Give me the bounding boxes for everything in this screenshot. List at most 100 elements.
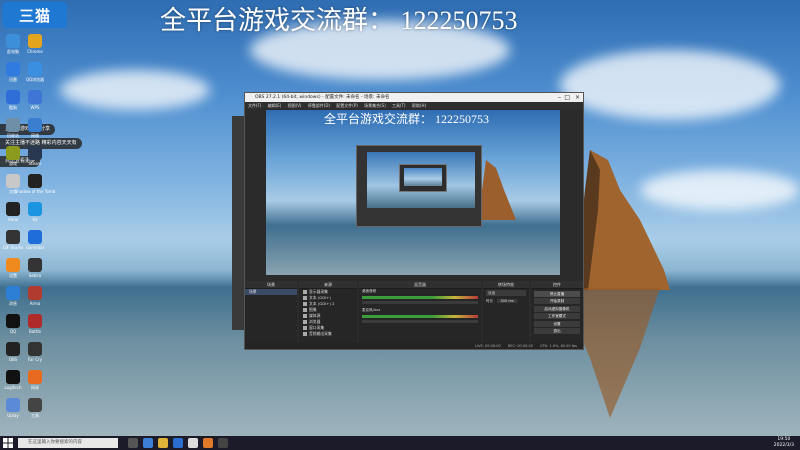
desktop-icon[interactable]: WPS bbox=[26, 90, 44, 110]
mixer-header: 混音器 bbox=[359, 281, 481, 289]
cloud bbox=[60, 70, 210, 110]
app-icon bbox=[28, 342, 42, 356]
desktop-icon[interactable]: 酷狗 bbox=[4, 90, 22, 110]
volume-meter bbox=[362, 296, 478, 299]
obs-statusbar: LIVE: 00:00:00 REC: 00:00:00 CPU: 1.9%, … bbox=[245, 343, 583, 349]
obs-preview[interactable]: 全平台游戏交流群： 122250753 bbox=[266, 110, 560, 275]
studio-mode-button[interactable]: 工作室模式 bbox=[534, 313, 580, 319]
menu-scene-collection[interactable]: 场景集合(S) bbox=[364, 103, 386, 108]
taskbar: 在这里输入你要搜索的内容 19:50 2022/3/3 bbox=[0, 436, 800, 450]
app-icon[interactable] bbox=[203, 438, 213, 448]
source-type-icon bbox=[303, 296, 307, 300]
desktop-icon-label: Arma bbox=[29, 301, 41, 306]
desktop-icon[interactable]: Gamebar bbox=[26, 230, 44, 250]
duration-input[interactable]: 300 ms bbox=[497, 299, 517, 303]
close-icon[interactable]: × bbox=[575, 93, 580, 102]
desktop-icon[interactable]: 设置 bbox=[4, 258, 22, 278]
app-icon bbox=[6, 314, 20, 328]
transition-select[interactable]: 淡出 bbox=[486, 290, 526, 296]
start-recording-button[interactable]: 开始录制 bbox=[534, 298, 580, 304]
rec-timer: REC: 00:00:00 bbox=[507, 344, 533, 348]
minimize-icon[interactable]: – bbox=[558, 93, 561, 102]
desktop-icon[interactable]: OBS bbox=[4, 342, 22, 362]
transitions-header: 转场特效 bbox=[483, 281, 529, 289]
obs-docks: 场景 场景 来源 显示器采集 文本 (GDI+) 文本 (GDI+) 2 图像 媒体源浏… bbox=[245, 281, 583, 343]
maximize-icon[interactable]: □ bbox=[564, 93, 570, 102]
windows-start-icon[interactable] bbox=[3, 438, 13, 448]
desktop-icon[interactable]: Battle bbox=[26, 314, 44, 334]
desktop-icon[interactable]: 工具 bbox=[26, 398, 44, 418]
app-icon bbox=[6, 398, 20, 412]
source-type-icon bbox=[303, 290, 307, 294]
exit-button[interactable]: 退出 bbox=[534, 328, 580, 334]
taskbar-search-input[interactable]: 在这里输入你要搜索的内容 bbox=[18, 438, 118, 448]
menu-profile[interactable]: 配置文件(P) bbox=[336, 103, 358, 108]
desktop-icon[interactable]: Logitech bbox=[4, 370, 22, 390]
desktop-icon[interactable]: 迅雷 bbox=[4, 62, 22, 82]
obs-titlebar[interactable]: OBS 27.2.1 (64-bit, windows) - 配置文件: 未命名… bbox=[245, 93, 583, 102]
app-icon bbox=[28, 34, 42, 48]
desktop-icon-label: Gamebar bbox=[25, 245, 45, 250]
desktop-icon[interactable]: Shadow of the Tomb bbox=[15, 174, 55, 194]
nested-preview-deep bbox=[399, 164, 447, 192]
edge-icon[interactable] bbox=[143, 438, 153, 448]
desktop-icon-label: 设置 bbox=[9, 273, 17, 278]
mixer-channel-name: 桌面音频 bbox=[362, 289, 376, 293]
desktop-icon[interactable]: Hz bbox=[26, 202, 44, 222]
desktop-icon-label: 工具 bbox=[31, 413, 39, 418]
menu-docks[interactable]: 停靠部件(D) bbox=[308, 103, 330, 108]
menu-tools[interactable]: 工具(T) bbox=[392, 103, 406, 108]
desktop-icon[interactable]: 回收站 bbox=[4, 118, 22, 138]
desktop-icon[interactable]: GIF Studio bbox=[3, 230, 23, 250]
desktop-icon[interactable]: Far Cry bbox=[26, 342, 44, 362]
scene-item[interactable]: 场景 bbox=[245, 289, 297, 295]
settings-button[interactable]: 设置 bbox=[534, 320, 580, 327]
menu-edit[interactable]: 编辑(E) bbox=[268, 103, 282, 108]
cpu-fps: CPU: 1.9%, 60.00 fps bbox=[540, 344, 577, 348]
controls-header: 控件 bbox=[531, 281, 583, 289]
desktop-icon[interactable]: 消息 bbox=[4, 286, 22, 306]
obs-window[interactable]: OBS 27.2.1 (64-bit, windows) - 配置文件: 未命名… bbox=[244, 92, 584, 350]
desktop-wallpaper: 全平台游戏交流群： 122250753 三猫 主播的游戏技巧分享 关注主播不迷路… bbox=[0, 0, 800, 436]
desktop-icon[interactable]: 网易 bbox=[26, 370, 44, 390]
mixer-channel-name: 麦克风/Aux bbox=[362, 308, 381, 312]
menu-view[interactable]: 视图(V) bbox=[288, 103, 302, 108]
desktop-icon-label: 消息 bbox=[9, 301, 17, 306]
desktop-icon[interactable]: QQ浏览器 bbox=[26, 62, 44, 82]
desktop-icon-label: 回收站 bbox=[7, 133, 19, 138]
desktop-icon[interactable]: Uplay bbox=[4, 398, 22, 418]
source-item[interactable]: 音频输出采集 bbox=[299, 331, 357, 337]
desktop-icon-label: Sekiro bbox=[28, 273, 42, 278]
live-timer: LIVE: 00:00:00 bbox=[475, 344, 501, 348]
volume-slider[interactable] bbox=[362, 320, 478, 323]
desktop-icon[interactable]: Steam bbox=[26, 146, 44, 166]
cloud bbox=[560, 50, 780, 120]
menu-help[interactable]: 帮助(H) bbox=[412, 103, 426, 108]
desktop-icon[interactable]: Sekiro bbox=[26, 258, 44, 278]
app-icon bbox=[28, 146, 42, 160]
virtual-camera-button[interactable]: 启动虚拟摄像机 bbox=[534, 305, 580, 312]
desktop-icon[interactable]: 游戏 bbox=[4, 146, 22, 166]
app-icon bbox=[6, 34, 20, 48]
desktop-icon[interactable]: Chrome bbox=[26, 34, 44, 54]
app-icon bbox=[28, 286, 42, 300]
desktop-icon[interactable]: Vmix bbox=[4, 202, 22, 222]
system-clock[interactable]: 19:50 2022/3/3 bbox=[774, 437, 794, 449]
desktop-icon[interactable]: 此电脑 bbox=[4, 34, 22, 54]
desktop-icon[interactable]: Arma bbox=[26, 286, 44, 306]
preview-rock bbox=[476, 160, 516, 220]
app-icon bbox=[6, 174, 20, 188]
desktop-icon[interactable]: QQ bbox=[4, 314, 22, 334]
stop-streaming-button[interactable]: 停止直播 bbox=[534, 290, 580, 297]
desktop-icon-label: Chrome bbox=[27, 49, 43, 54]
obs-taskbar-icon[interactable] bbox=[218, 438, 228, 448]
file-explorer-icon[interactable] bbox=[158, 438, 168, 448]
task-view-icon[interactable] bbox=[128, 438, 138, 448]
app-icon[interactable] bbox=[188, 438, 198, 448]
menu-file[interactable]: 文件(F) bbox=[248, 103, 261, 108]
desktop-icon[interactable]: 网络 bbox=[26, 118, 44, 138]
store-icon[interactable] bbox=[173, 438, 183, 448]
sources-list: 显示器采集 文本 (GDI+) 文本 (GDI+) 2 图像 媒体源 浏览器 窗口采集 音频输… bbox=[299, 289, 357, 337]
volume-slider[interactable] bbox=[362, 301, 478, 304]
desktop-icon-label: Shadow of the Tomb bbox=[14, 189, 56, 194]
